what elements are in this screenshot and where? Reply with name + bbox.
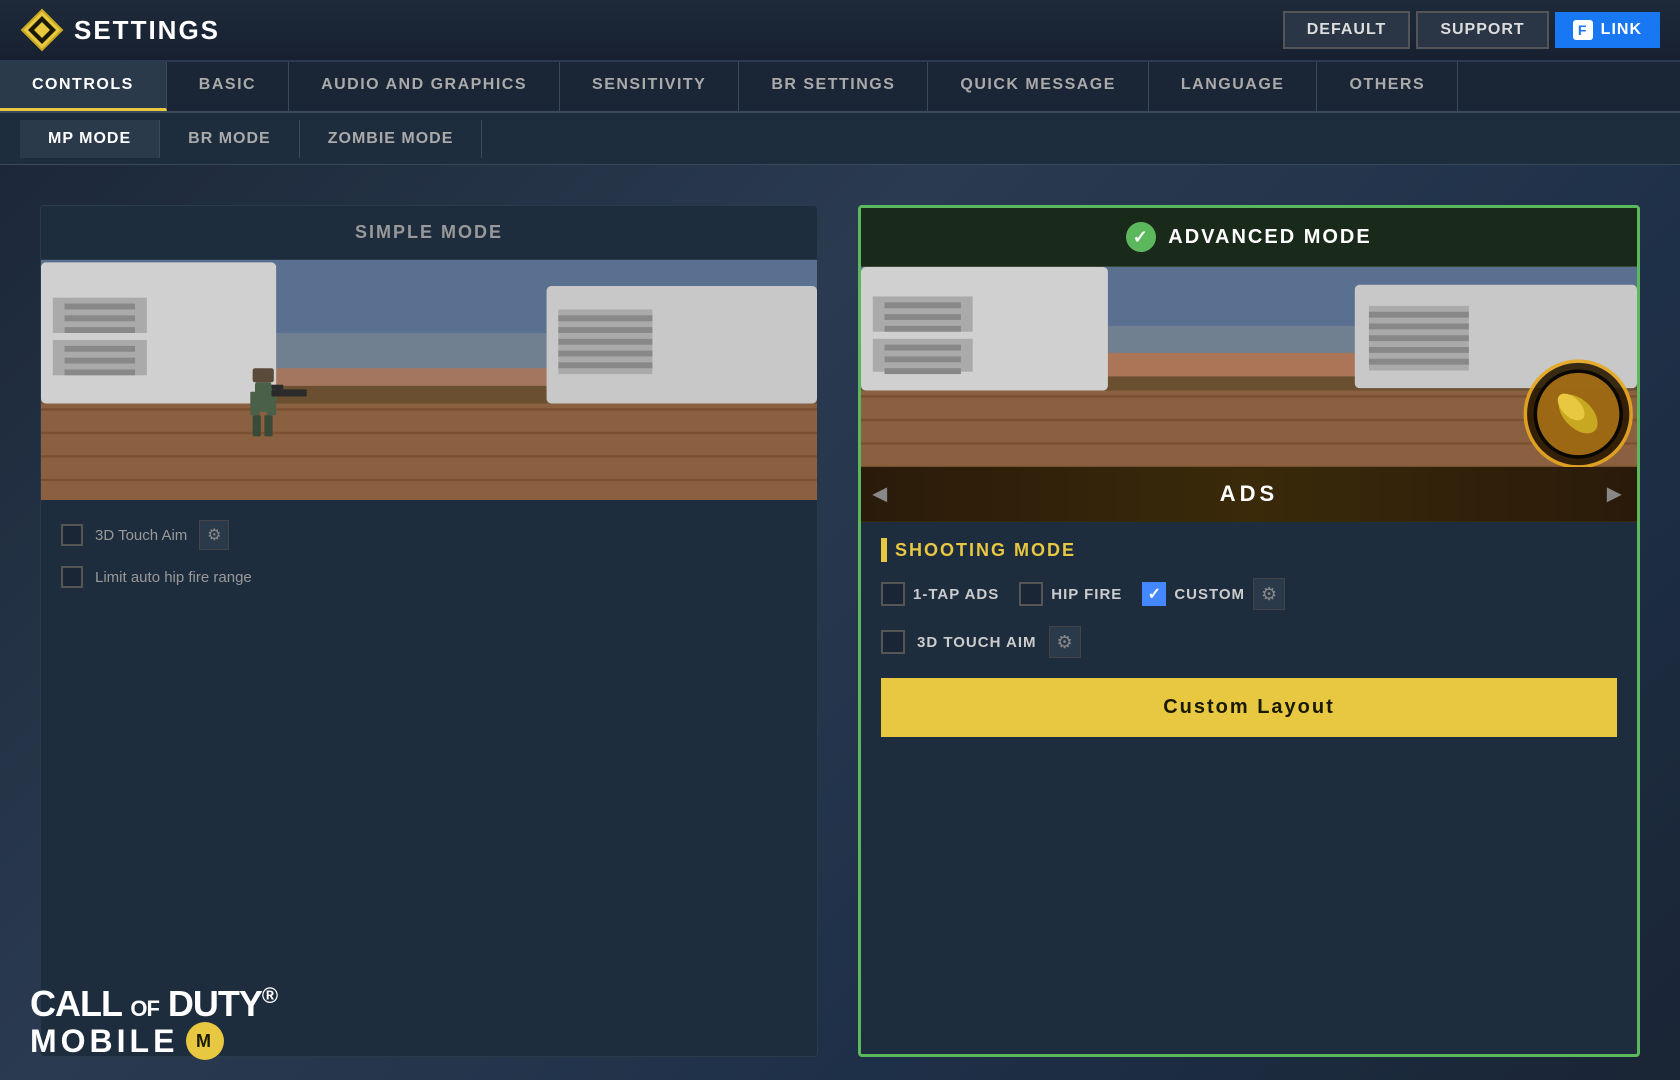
label-hipfire: HIP FIRE <box>1051 586 1122 603</box>
ads-banner: ◀ ADS ▶ <box>861 467 1637 522</box>
cod-title-line1: CALL OF DUTY® <box>30 985 277 1022</box>
label-custom: CUSTOM <box>1174 586 1245 603</box>
option-hip-fire: HIP FIRE <box>1019 582 1122 606</box>
cod-icon <box>20 8 64 52</box>
checkbox-limit[interactable] <box>61 566 83 588</box>
checkbox-hipfire[interactable] <box>1019 582 1043 606</box>
checkbox-3d-touch[interactable] <box>61 524 83 546</box>
tab-br-mode[interactable]: BR MODE <box>160 120 300 158</box>
tab-controls[interactable]: CONTROLS <box>0 62 167 111</box>
advanced-mode-title: ✓ ADVANCED MODE <box>861 208 1637 267</box>
cod-mobile-logo: CALL OF DUTY® MOBILE M <box>30 985 277 1060</box>
gear-3d-touch[interactable]: ⚙ <box>199 520 229 550</box>
cod-of: OF <box>130 996 159 1021</box>
ads-label: ADS <box>1220 481 1278 506</box>
support-button[interactable]: SUPPORT <box>1416 11 1548 49</box>
adv-label-3d: 3D Touch Aim <box>917 634 1037 651</box>
yellow-bar-accent <box>881 538 887 562</box>
shooting-mode-title: SHOOTING MODE <box>895 540 1076 561</box>
adv-gear-3d[interactable]: ⚙ <box>1049 626 1081 658</box>
cod-emblem-icon: M <box>186 1022 224 1060</box>
logo-area: SETTINGS <box>0 8 240 52</box>
tab-zombie-mode[interactable]: ZOMBIE MODE <box>300 120 483 158</box>
sub-tabs: MP MODE BR MODE ZOMBIE MODE <box>0 113 1680 165</box>
checkbox-custom[interactable]: ✓ <box>1142 582 1166 606</box>
cod-title-line2: MOBILE M <box>30 1022 277 1060</box>
selected-checkmark: ✓ <box>1126 222 1156 252</box>
facebook-icon: f <box>1573 20 1593 40</box>
link-button[interactable]: f LINK <box>1555 12 1660 48</box>
tab-br-settings[interactable]: BR SETTINGS <box>739 62 928 111</box>
simple-option-limit: Limit auto hip fire range <box>61 566 797 588</box>
simple-game-scene <box>41 260 817 500</box>
default-button[interactable]: DEFAULT <box>1283 11 1411 49</box>
simple-mode-title: SIMPLE MODE <box>41 206 817 260</box>
section-header: SHOOTING MODE <box>881 538 1617 562</box>
tab-others[interactable]: OTHERS <box>1317 62 1458 111</box>
tab-basic[interactable]: BASIC <box>167 62 289 111</box>
custom-layout-button[interactable]: Custom Layout <box>881 678 1617 737</box>
tab-quick-message[interactable]: QUICK MESSAGE <box>928 62 1149 111</box>
option-1tap-ads: 1-tap ADS <box>881 582 999 606</box>
label-limit: Limit auto hip fire range <box>95 569 252 586</box>
tab-sensitivity[interactable]: SENSITIVITY <box>560 62 739 111</box>
settings-title: SETTINGS <box>74 15 220 46</box>
tab-mp-mode[interactable]: MP MODE <box>20 120 160 158</box>
shooting-options: 1-tap ADS HIP FIRE ✓ CUSTOM ⚙ <box>881 578 1617 610</box>
label-1tap: 1-tap ADS <box>913 586 999 603</box>
tab-language[interactable]: LANGUAGE <box>1149 62 1318 111</box>
header: SETTINGS DEFAULT SUPPORT f LINK <box>0 0 1680 62</box>
gear-custom[interactable]: ⚙ <box>1253 578 1285 610</box>
header-right: DEFAULT SUPPORT f LINK <box>1283 11 1680 49</box>
advanced-game-scene <box>861 267 1637 467</box>
simple-mode-options: 3D Touch Aim ⚙ Limit auto hip fire range <box>41 500 817 608</box>
tab-audio-graphics[interactable]: AUDIO AND GRAPHICS <box>289 62 560 111</box>
adv-option-3d: 3D Touch Aim ⚙ <box>881 626 1617 658</box>
simple-option-3d: 3D Touch Aim ⚙ <box>61 520 797 550</box>
ads-arrow-left[interactable]: ◀ <box>873 484 891 505</box>
adv-checkbox-3d[interactable] <box>881 630 905 654</box>
simple-mode-card[interactable]: SIMPLE MODE <box>40 205 818 1057</box>
ads-arrow-right[interactable]: ▶ <box>1607 484 1625 505</box>
shooting-mode-section: SHOOTING MODE 1-tap ADS HIP FIRE ✓ CUSTO… <box>861 522 1637 753</box>
main-tabs: CONTROLS BASIC AUDIO AND GRAPHICS SENSIT… <box>0 62 1680 113</box>
checkbox-1tap[interactable] <box>881 582 905 606</box>
label-3d-touch: 3D Touch Aim <box>95 527 187 544</box>
option-custom: ✓ CUSTOM ⚙ <box>1142 578 1285 610</box>
content-area: SIMPLE MODE <box>0 165 1680 1077</box>
advanced-mode-card[interactable]: ✓ ADVANCED MODE <box>858 205 1640 1057</box>
